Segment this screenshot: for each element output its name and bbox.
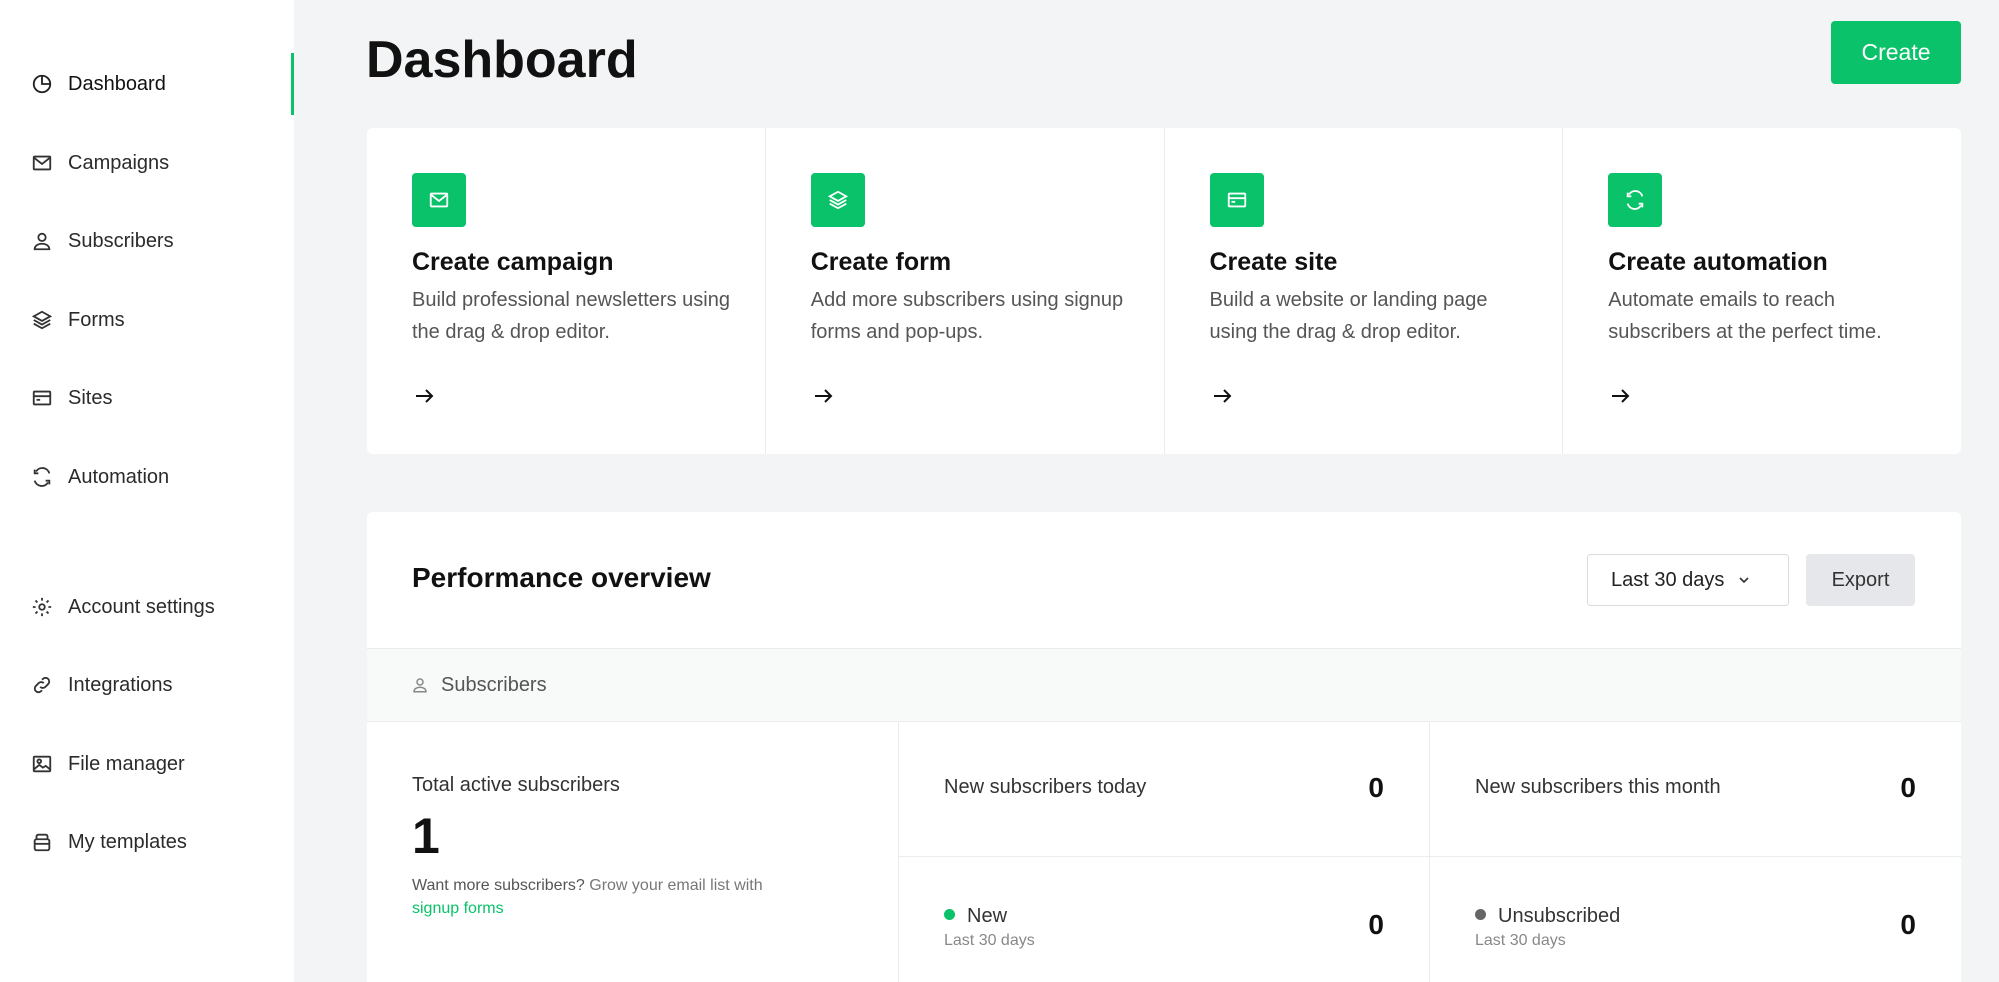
stat-value: 0 [1900, 772, 1916, 803]
performance-overview-panel: Performance overview Last 30 days Export… [367, 512, 1961, 982]
status-dot [1475, 909, 1486, 921]
card-create-automation[interactable]: Create automation Automate emails to rea… [1563, 128, 1961, 454]
card-create-campaign[interactable]: Create campaign Build professional newsl… [367, 128, 766, 454]
sidebar-item-integrations[interactable]: Integrations [0, 654, 294, 716]
stat-label-wrap: Unsubscribed [1475, 905, 1620, 928]
sidebar-item-forms[interactable]: Forms [0, 289, 294, 351]
sidebar-item-account-settings[interactable]: Account settings [0, 576, 294, 638]
site-icon [30, 386, 54, 410]
stat-label-wrap: New [944, 905, 1007, 928]
total-hint: Want more subscribers? Grow your email l… [412, 874, 832, 920]
sidebar-item-label: Dashboard [68, 72, 166, 95]
sidebar-item-label: My templates [68, 830, 187, 853]
sidebar-item-dashboard[interactable]: Dashboard [0, 53, 294, 115]
card-description: Automate emails to reach subscribers at … [1608, 289, 1882, 343]
card-create-site[interactable]: Create site Build a website or landing p… [1165, 128, 1564, 454]
dashboard-icon [30, 72, 54, 96]
signup-forms-link[interactable]: signup forms [412, 900, 504, 917]
site-icon [1209, 173, 1264, 227]
mail-icon [30, 151, 54, 175]
sidebar-item-label: Automation [68, 465, 170, 488]
user-icon [30, 229, 54, 253]
stat-new: New Last 30 days 0 [899, 857, 1430, 982]
card-title: Create site [1209, 248, 1338, 276]
stat-sublabel: Last 30 days [944, 932, 1035, 949]
mail-icon [412, 173, 466, 227]
page-title: Dashboard [366, 31, 638, 89]
stat-label: New subscribers this month [1475, 776, 1721, 798]
sidebar-item-subscribers[interactable]: Subscribers [0, 210, 294, 272]
card-title: Create automation [1608, 248, 1828, 276]
status-dot [944, 909, 955, 921]
card-description: Build a website or landing page using th… [1209, 289, 1488, 343]
arrow-right-icon[interactable] [1608, 384, 1632, 408]
stat-new-this-month: New subscribers this month 0 [1430, 722, 1961, 857]
sidebar: Dashboard Campaigns Subscribers Forms Si… [0, 0, 294, 982]
card-title: Create campaign [412, 248, 614, 276]
sidebar-item-label: Forms [68, 308, 125, 331]
card-title: Create form [810, 248, 952, 276]
sidebar-item-label: Subscribers [68, 229, 174, 252]
sidebar-item-my-templates[interactable]: My templates [0, 811, 294, 873]
gear-icon [30, 595, 54, 619]
total-label: Total active subscribers [412, 774, 620, 796]
sidebar-item-label: Sites [68, 386, 113, 409]
sidebar-item-label: Integrations [68, 673, 173, 696]
hint-prefix: Want more subscribers? [412, 877, 585, 894]
subscriber-stats: Total active subscribers 1 Want more sub… [367, 722, 1961, 982]
refresh-icon [30, 465, 54, 489]
chevron-down-icon [1739, 577, 1750, 584]
total-value: 1 [412, 808, 440, 864]
sidebar-item-file-manager[interactable]: File manager [0, 733, 294, 795]
card-description: Build professional newsletters using the… [412, 289, 730, 343]
sidebar-item-label: File manager [68, 752, 185, 775]
refresh-icon [1608, 173, 1663, 227]
sidebar-item-label: Account settings [68, 595, 215, 618]
image-icon [30, 752, 54, 776]
stat-label: New [967, 905, 1008, 927]
create-button[interactable]: Create [1831, 21, 1961, 84]
section-label: Subscribers [441, 673, 547, 696]
card-create-form[interactable]: Create form Add more subscribers using s… [766, 128, 1165, 454]
performance-title: Performance overview [412, 562, 711, 593]
stat-label: Unsubscribed [1498, 905, 1621, 927]
arrow-right-icon[interactable] [1210, 384, 1234, 408]
stat-unsubscribed: Unsubscribed Last 30 days 0 [1430, 857, 1961, 982]
layers-icon [30, 308, 54, 332]
quick-create-cards: Create campaign Build professional newsl… [367, 128, 1961, 454]
layers-icon [810, 173, 865, 227]
sidebar-item-label: Campaigns [68, 151, 170, 174]
sidebar-item-sites[interactable]: Sites [0, 367, 294, 429]
arrow-right-icon[interactable] [412, 384, 436, 408]
card-description: Add more subscribers using signup forms … [810, 289, 1124, 343]
subscribers-section-header: Subscribers [367, 648, 1961, 722]
stat-new-today: New subscribers today 0 [899, 722, 1430, 857]
export-button[interactable]: Export [1806, 554, 1915, 606]
arrow-right-icon[interactable] [811, 384, 835, 408]
date-range-select[interactable]: Last 30 days [1587, 554, 1789, 606]
link-icon [30, 673, 54, 697]
template-icon [30, 830, 54, 854]
stat-sublabel: Last 30 days [1475, 932, 1566, 949]
stat-value: 0 [1900, 909, 1916, 940]
total-active-subscribers: Total active subscribers 1 Want more sub… [367, 722, 899, 982]
sidebar-item-automation[interactable]: Automation [0, 446, 294, 508]
hint-text: Grow your email list with [589, 877, 763, 894]
date-range-value: Last 30 days [1611, 568, 1725, 591]
stat-value: 0 [1368, 909, 1384, 940]
stat-value: 0 [1368, 772, 1384, 803]
stat-label: New subscribers today [944, 776, 1147, 798]
user-icon [413, 678, 427, 693]
sidebar-item-campaigns[interactable]: Campaigns [0, 132, 294, 194]
